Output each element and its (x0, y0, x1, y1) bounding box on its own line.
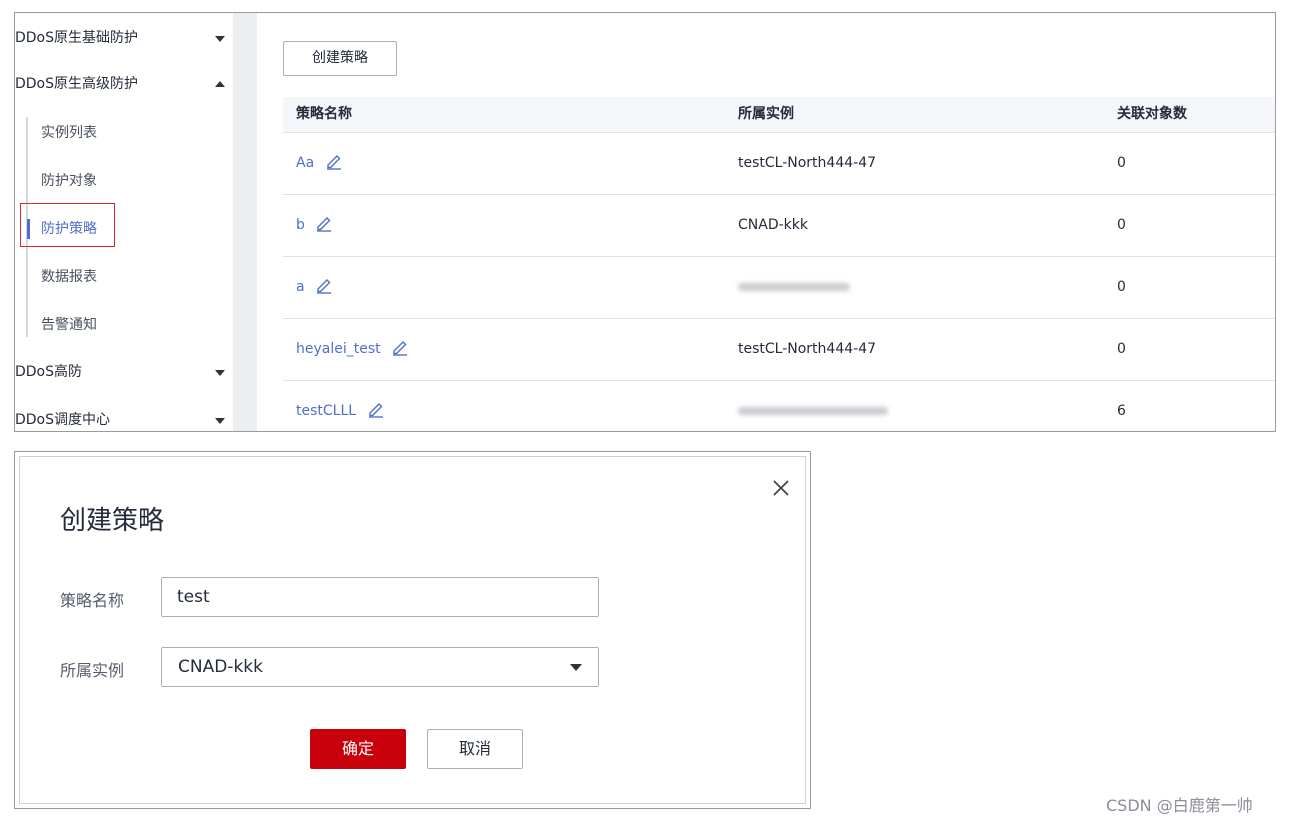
instance-cell: CNAD-kkk (738, 217, 808, 233)
create-policy-button[interactable]: 创建策略 (283, 41, 397, 76)
instance-cell: testCL-North444-47 (738, 341, 877, 357)
instance-cell: testCL-North444-47 (738, 155, 877, 171)
instance-label: 所属实例 (60, 661, 125, 680)
edit-icon[interactable] (391, 338, 409, 356)
dialog-title: 创建策略 (60, 506, 165, 536)
column-header-object-count: 关联对象数 (1117, 106, 1187, 122)
menu-group-label: DDoS原生基础防护 (15, 30, 139, 46)
policy-name-link[interactable]: a (296, 279, 305, 295)
menu-group-label: DDoS原生高级防护 (15, 76, 139, 92)
menu-group-advanced-protection[interactable]: DDoS原生高级防护 (15, 64, 233, 104)
chevron-down-icon (215, 370, 225, 376)
chevron-down-icon (215, 418, 225, 424)
policy-table: 策略名称 所属实例 关联对象数 Aa testCL-North444-47 0 … (283, 97, 1275, 431)
policy-name-label: 策略名称 (60, 591, 125, 610)
edit-icon[interactable] (315, 214, 333, 232)
table-row: Aa testCL-North444-47 0 (283, 133, 1275, 195)
menu-group-basic-protection[interactable]: DDoS原生基础防护 (15, 18, 233, 58)
chevron-down-icon (570, 664, 582, 671)
edit-icon[interactable] (325, 152, 343, 170)
sidebar: DDoS原生基础防护 DDoS原生高级防护 实例列表 防护对象 防护策略 数据报… (15, 13, 233, 431)
policy-name-link[interactable]: b (296, 217, 305, 233)
redacted-text (738, 283, 850, 291)
count-cell: 0 (1117, 279, 1126, 295)
count-cell: 0 (1117, 341, 1126, 357)
menu-group-label: DDoS高防 (15, 364, 83, 380)
close-icon[interactable] (772, 479, 790, 497)
watermark: CSDN @白鹿第一帅 (1106, 796, 1253, 815)
table-row: a 0 (283, 257, 1275, 319)
policy-name-link[interactable]: heyalei_test (296, 341, 381, 357)
instance-cell-redacted (738, 381, 888, 431)
table-row: testCLLL 6 (283, 381, 1275, 431)
count-cell: 0 (1117, 155, 1126, 171)
instance-select-value: CNAD-kkk (178, 657, 263, 677)
instance-select[interactable]: CNAD-kkk (161, 647, 599, 687)
highlight-box (20, 203, 115, 247)
column-header-policy-name: 策略名称 (296, 106, 352, 122)
table-header: 策略名称 所属实例 关联对象数 (283, 97, 1275, 133)
sidebar-item-data-reports[interactable]: 数据报表 (41, 261, 97, 293)
count-cell: 6 (1117, 403, 1126, 419)
sidebar-divider (233, 13, 257, 431)
column-header-instance: 所属实例 (738, 106, 794, 122)
console-screenshot: DDoS原生基础防护 DDoS原生高级防护 实例列表 防护对象 防护策略 数据报… (14, 12, 1276, 432)
create-policy-dialog: 创建策略 策略名称 所属实例 CNAD-kkk 确定 取消 (14, 451, 811, 809)
policy-name-link[interactable]: Aa (296, 155, 314, 171)
sidebar-item-alert-notifications[interactable]: 告警通知 (41, 309, 97, 341)
sidebar-item-protected-objects[interactable]: 防护对象 (41, 165, 97, 197)
policy-name-input[interactable] (161, 577, 599, 617)
redacted-text (738, 407, 888, 415)
instance-cell-redacted (738, 257, 850, 318)
chevron-up-icon (215, 81, 225, 87)
menu-group-anti-ddos[interactable]: DDoS高防 (15, 352, 233, 392)
menu-group-label: DDoS调度中心 (15, 412, 111, 428)
cancel-button[interactable]: 取消 (427, 729, 523, 769)
table-row: b CNAD-kkk 0 (283, 195, 1275, 257)
policy-name-link[interactable]: testCLLL (296, 403, 356, 419)
count-cell: 0 (1117, 217, 1126, 233)
menu-group-scheduling-center[interactable]: DDoS调度中心 (15, 400, 233, 431)
edit-icon[interactable] (367, 400, 385, 418)
edit-icon[interactable] (315, 276, 333, 294)
confirm-button[interactable]: 确定 (310, 729, 406, 769)
chevron-down-icon (215, 36, 225, 42)
table-row: heyalei_test testCL-North444-47 0 (283, 319, 1275, 381)
sidebar-item-instance-list[interactable]: 实例列表 (41, 117, 97, 149)
